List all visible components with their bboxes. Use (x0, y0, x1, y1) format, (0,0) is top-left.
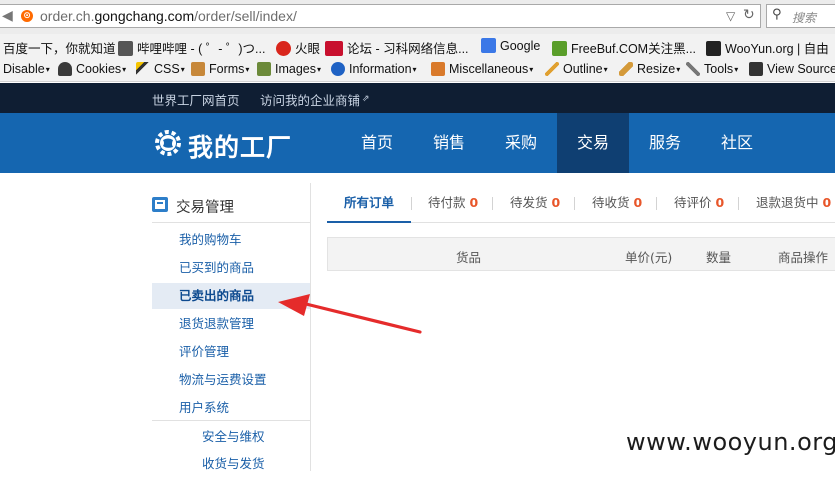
sidebar-item-shipping[interactable]: 物流与运费设置 (152, 367, 310, 393)
slc-logo-icon (325, 41, 343, 56)
tab-refunding[interactable]: 退款退货中 0 (756, 183, 831, 223)
external-link-icon: ⇗ (362, 94, 370, 104)
tab-separator (411, 197, 412, 210)
dev-menu-miscellaneous[interactable]: Miscellaneous▾ (431, 62, 533, 76)
dev-menu-view-source[interactable]: View Source (749, 62, 835, 76)
search-box[interactable]: ⚲ 搜索 (766, 4, 835, 28)
dev-menu-information[interactable]: Information▾ (331, 62, 417, 76)
ruler-icon (619, 62, 633, 76)
clipboard-icon (191, 62, 205, 76)
dev-menu-cookies[interactable]: Cookies▾ (58, 62, 126, 76)
bookmark-wooyun[interactable]: WooYun.org | 自由 (706, 38, 829, 57)
sidebar-divider (152, 420, 310, 421)
bookmark-freebuf[interactable]: FreeBuf.COM关注黑... (552, 38, 696, 57)
wooyun-watermark: www.wooyun.org (626, 428, 835, 456)
sidebar-sub-security[interactable]: 安全与维权 (152, 424, 310, 450)
sidebar-header: 交易管理 (152, 187, 310, 223)
order-table-header: 货品 单价(元) 数量 商品操作 (327, 237, 835, 271)
world-factory-home-link[interactable]: 世界工厂网首页 (152, 90, 240, 109)
bookmarks-toolbar: 百度一下，你就知道 哔哩哔哩 - ( ゜- ゜)つ... 火眼 论坛 - 习科网… (0, 34, 835, 58)
bookmark-slc-forum[interactable]: 论坛 - 习科网络信息... (325, 38, 469, 57)
sidebar-title: 交易管理 (176, 200, 234, 216)
col-item-actions: 商品操作 (778, 250, 829, 265)
main-nav: 我的工厂 首页 销售 采购 交易 服务 社区 (0, 113, 835, 173)
wrench-icon (686, 62, 700, 76)
tab-separator (738, 197, 739, 210)
dev-menu-outline[interactable]: Outline▾ (545, 62, 608, 76)
site-top-bar: 世界工厂网首页 访问我的企业商铺 ⇗ (0, 83, 835, 113)
site-favicon-icon: ⊙ (21, 10, 33, 22)
gear-globe-icon (155, 130, 181, 156)
dev-menu-forms[interactable]: Forms▾ (191, 62, 249, 76)
bookmark-bilibili[interactable]: 哔哩哔哩 - ( ゜- ゜)つ... (118, 38, 265, 57)
address-bar[interactable]: ◀ ⊙ order.ch.gongchang.com/order/sell/in… (0, 4, 761, 28)
magic-wand-icon (136, 62, 150, 76)
sidebar-item-reviews[interactable]: 评价管理 (152, 339, 310, 365)
tab-separator (492, 197, 493, 210)
tab-pending-review[interactable]: 待评价 0 (674, 183, 724, 223)
bilibili-tv-icon (118, 41, 133, 56)
web-developer-toolbar: Disable▾ Cookies▾ CSS▾ Forms▾ Images▾ In… (0, 58, 835, 82)
dev-menu-css[interactable]: CSS▾ (136, 62, 185, 76)
tab-pending-payment[interactable]: 待付款 0 (428, 183, 478, 223)
url-text[interactable]: order.ch.gongchang.com/order/sell/index/ (40, 8, 297, 24)
bookmark-baidu[interactable]: 百度一下，你就知道 (3, 38, 116, 57)
trade-manage-icon (152, 197, 168, 212)
col-quantity: 数量 (706, 250, 732, 265)
logo-text: 我的工厂 (188, 133, 293, 162)
sidebar-item-user-system[interactable]: 用户系统 (152, 395, 310, 421)
freebuf-f-icon (552, 41, 567, 56)
dev-menu-disable[interactable]: Disable▾ (3, 62, 50, 76)
bookmark-huoyan[interactable]: 火眼 (276, 38, 320, 57)
browser-url-bar: ◀ ⊙ order.ch.gongchang.com/order/sell/in… (0, 0, 835, 34)
nav-item-home[interactable]: 首页 (341, 113, 413, 173)
tab-separator (656, 197, 657, 210)
tab-pending-receipt[interactable]: 待收货 0 (592, 183, 642, 223)
sidebar-sub-receive-ship[interactable]: 收货与发货 (152, 451, 310, 477)
dev-menu-images[interactable]: Images▾ (257, 62, 321, 76)
reload-icon[interactable]: ↻ (743, 7, 755, 23)
notebook-icon (431, 62, 445, 76)
image-icon (257, 62, 271, 76)
col-goods: 货品 (456, 250, 482, 265)
wooyun-icon (706, 41, 721, 56)
tab-all-orders[interactable]: 所有订单 (327, 183, 412, 223)
dev-menu-resize[interactable]: Resize▾ (619, 62, 680, 76)
pencil-icon (545, 62, 559, 76)
terminal-icon (749, 62, 763, 76)
col-unit-price: 单价(元) (625, 250, 673, 265)
nav-item-sales[interactable]: 销售 (413, 113, 485, 173)
bookmark-google[interactable]: Google (481, 38, 540, 53)
info-icon (331, 62, 345, 76)
sidebar-item-cart[interactable]: 我的购物车 (152, 227, 310, 253)
target-icon (276, 41, 291, 56)
history-arrow-icon[interactable]: ◀ (2, 8, 13, 24)
my-shop-link[interactable]: 访问我的企业商铺 ⇗ (260, 90, 370, 109)
search-placeholder: 搜索 (792, 11, 817, 25)
nav-item-community[interactable]: 社区 (701, 113, 773, 173)
google-g-icon (481, 38, 496, 53)
nav-item-trade[interactable]: 交易 (557, 113, 629, 173)
order-tabs: 所有订单 待付款 0 待发货 0 待收货 0 待评价 0 退款退货中 0 (327, 183, 835, 223)
nav-item-service[interactable]: 服务 (629, 113, 701, 173)
search-icon: ⚲ (772, 7, 782, 22)
nav-item-purchase[interactable]: 采购 (485, 113, 557, 173)
annotation-arrow (278, 294, 422, 334)
dev-menu-tools[interactable]: Tools▾ (686, 62, 738, 76)
sidebar-item-bought[interactable]: 已买到的商品 (152, 255, 310, 281)
user-silhouette-icon (58, 62, 72, 76)
tab-separator (574, 197, 575, 210)
tab-pending-shipment[interactable]: 待发货 0 (510, 183, 560, 223)
dropdown-arrow-icon[interactable]: ▽ (726, 9, 735, 23)
